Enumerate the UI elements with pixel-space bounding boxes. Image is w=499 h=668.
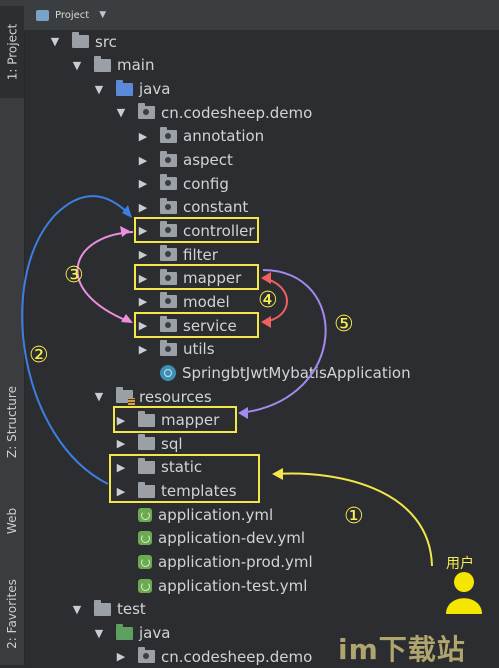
- user-label: 用户: [446, 556, 474, 572]
- marker-5: ⑤: [334, 312, 354, 337]
- marker-3: ③: [64, 263, 84, 288]
- watermark: im下载站: [338, 633, 466, 666]
- marker-4: ④: [258, 288, 278, 313]
- annotation-arrows: [21, 195, 482, 614]
- marker-1: ①: [344, 504, 364, 529]
- user-body: [446, 598, 482, 614]
- user-head: [454, 572, 474, 592]
- marker-2: ②: [29, 343, 49, 368]
